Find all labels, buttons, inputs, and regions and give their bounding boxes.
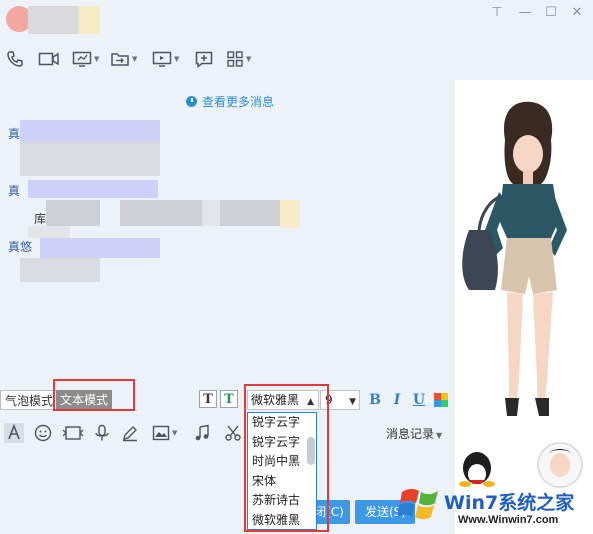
scissors-icon[interactable] bbox=[224, 423, 242, 443]
italic-button[interactable]: I bbox=[388, 390, 406, 410]
underline-button[interactable]: U bbox=[410, 390, 428, 410]
blurred-message bbox=[28, 180, 158, 198]
view-more-messages-link[interactable]: 查看更多消息 bbox=[186, 93, 274, 110]
text-format-toggle[interactable]: T bbox=[199, 390, 217, 408]
image-icon[interactable]: ▼ bbox=[152, 423, 177, 443]
blurred-message bbox=[202, 200, 222, 226]
text-color-toggle[interactable]: T bbox=[220, 390, 238, 408]
font-icon[interactable] bbox=[4, 423, 24, 443]
screen-share-icon[interactable]: ▼ bbox=[72, 48, 99, 70]
watermark-title: Win7系统之家 bbox=[444, 492, 575, 514]
color-palette-icon[interactable] bbox=[434, 393, 448, 407]
chevron-down-icon: ▼ bbox=[436, 431, 443, 440]
highlight-box-text-mode bbox=[53, 379, 135, 411]
highlight-box-font bbox=[244, 384, 329, 532]
contact-name-blurred bbox=[28, 6, 100, 34]
apps-grid-icon[interactable]: ▼ bbox=[226, 48, 251, 70]
title-bar: ⊤ — ☐ ✕ bbox=[0, 0, 593, 36]
maximize-button[interactable]: ☐ bbox=[541, 4, 561, 22]
remote-desktop-icon[interactable]: ▼ bbox=[152, 48, 179, 70]
message-history-label: 消息记录 bbox=[386, 427, 435, 441]
gif-icon[interactable] bbox=[62, 423, 84, 443]
chat-toolbar: ▼ ▼ ▼ ▼ bbox=[0, 48, 300, 72]
add-app-icon[interactable] bbox=[194, 48, 214, 70]
blurred-message bbox=[120, 200, 202, 226]
watermark-url: Www.Winwin7.com bbox=[458, 514, 559, 526]
dropdown-arrow-icon: ▼ bbox=[349, 397, 356, 407]
bubble-mode-button[interactable]: 气泡模式 bbox=[0, 390, 59, 410]
pen-icon[interactable] bbox=[121, 423, 139, 443]
file-transfer-icon[interactable]: ▼ bbox=[110, 48, 137, 70]
blurred-message bbox=[280, 200, 300, 228]
message-sender: 真悠 bbox=[8, 240, 33, 254]
mic-icon[interactable] bbox=[94, 423, 110, 443]
minimize-button[interactable]: — bbox=[515, 4, 535, 22]
view-more-messages-label: 查看更多消息 bbox=[202, 95, 275, 109]
phone-icon[interactable] bbox=[6, 48, 24, 70]
avatar-show-panel bbox=[455, 80, 593, 534]
message-history-button[interactable]: 消息记录 ▼ bbox=[386, 425, 442, 442]
clock-icon bbox=[186, 96, 197, 107]
music-icon[interactable] bbox=[194, 423, 210, 443]
avatar-figure-image bbox=[459, 101, 583, 488]
blurred-message bbox=[40, 238, 160, 258]
blurred-message bbox=[20, 120, 160, 142]
pin-icon[interactable]: ⊤ bbox=[487, 4, 507, 22]
emoji-icon[interactable] bbox=[34, 423, 52, 443]
blurred-message bbox=[46, 200, 100, 226]
chat-window: ⊤ — ☐ ✕ ▼ ▼ ▼ ▼ 查看更多消息 真 真 库 真悠 气泡模式 文本模… bbox=[0, 0, 593, 534]
windows-logo-icon bbox=[398, 488, 438, 520]
blurred-message bbox=[220, 200, 280, 226]
blurred-message bbox=[20, 142, 160, 176]
message-sender: 真 bbox=[8, 184, 21, 198]
blurred-message bbox=[28, 226, 70, 238]
message-fragment: 库 bbox=[34, 212, 47, 226]
message-sender: 真 bbox=[8, 127, 21, 141]
video-icon[interactable] bbox=[38, 48, 60, 70]
blurred-message bbox=[20, 258, 100, 282]
bold-button[interactable]: B bbox=[366, 390, 384, 410]
close-button[interactable]: ✕ bbox=[567, 4, 587, 22]
